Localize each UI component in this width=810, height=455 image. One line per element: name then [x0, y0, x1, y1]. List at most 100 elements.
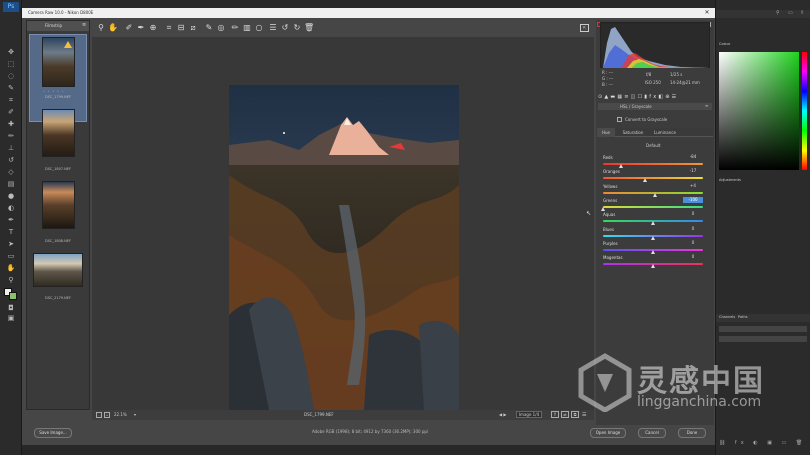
lasso-tool-icon[interactable]: ◌: [5, 72, 17, 80]
pen-tool-icon[interactable]: ✒: [5, 216, 17, 224]
ps-workspace-icon[interactable]: ▭: [788, 10, 793, 16]
ps-adjustments-panel-title[interactable]: Adjustments: [719, 178, 741, 182]
slider-thumb-2[interactable]: [653, 192, 657, 197]
type-tool-icon[interactable]: T: [5, 228, 17, 236]
hand-icon[interactable]: ✋: [108, 23, 118, 33]
hue-slider[interactable]: [802, 52, 807, 170]
before-after-y-icon[interactable]: Y: [551, 411, 559, 418]
zoom-level[interactable]: 22.1%: [114, 410, 127, 420]
zoom-out-icon[interactable]: -: [96, 412, 102, 418]
ps-colour-panel-title[interactable]: Colour: [719, 42, 730, 46]
slider-thumb-6[interactable]: [651, 249, 655, 254]
slider-track-1[interactable]: [603, 177, 703, 180]
grayscale-checkbox[interactable]: [617, 117, 622, 122]
slider-thumb-1[interactable]: [643, 178, 647, 183]
zoom-icon[interactable]: ⚲: [96, 23, 106, 33]
slider-thumb-3[interactable]: [601, 206, 605, 211]
hand-tool-icon[interactable]: ✋: [5, 264, 17, 272]
color-picker-field[interactable]: [719, 52, 799, 170]
grayscale-label: Convert to Grayscale: [625, 117, 668, 122]
blur-tool-icon[interactable]: ●: [5, 192, 17, 200]
shape-tool-icon[interactable]: ▭: [5, 252, 17, 260]
save-image-button[interactable]: Save Image...: [34, 428, 72, 438]
quick-mask-icon[interactable]: ◘: [5, 304, 17, 312]
slider-thumb-5[interactable]: [651, 235, 655, 240]
stamp-tool-icon[interactable]: ⊥: [5, 144, 17, 152]
slider-thumb-7[interactable]: [651, 264, 655, 269]
move-tool-icon[interactable]: ✥: [5, 48, 17, 56]
filmstrip: Filmstrip ≡ • • • • • DSC_1799.NEF DSC_1…: [26, 20, 90, 410]
path-select-icon[interactable]: ➤: [5, 240, 17, 248]
tab-saturation[interactable]: Saturation: [619, 128, 647, 137]
healing-tool-icon[interactable]: ✚: [5, 120, 17, 128]
tab-paths[interactable]: Paths: [738, 315, 748, 319]
tab-channels[interactable]: Channels: [719, 315, 735, 319]
quick-select-tool-icon[interactable]: ✎: [5, 84, 17, 92]
thumb-dsc-1808[interactable]: [42, 181, 75, 229]
white-balance-icon[interactable]: ✐: [124, 23, 134, 33]
close-icon[interactable]: ✕: [700, 8, 714, 18]
trash-icon[interactable]: 🗑: [304, 23, 314, 33]
radial-filter-icon[interactable]: ○: [254, 23, 264, 33]
default-link[interactable]: Default: [646, 143, 661, 148]
zoom-tool-icon[interactable]: ⚲: [5, 276, 17, 284]
panel-menu-icon[interactable]: ≡: [705, 103, 708, 108]
slider-value-4[interactable]: 0: [683, 211, 703, 217]
straighten-icon[interactable]: ⊟: [176, 23, 186, 33]
history-brush-icon[interactable]: ↺: [5, 156, 17, 164]
slider-value-0[interactable]: -84: [683, 154, 703, 160]
marquee-tool-icon[interactable]: ⬚: [5, 60, 17, 68]
thumb-dsc-1807[interactable]: [42, 109, 75, 157]
slider-value-6[interactable]: 0: [683, 240, 703, 246]
slider-label-6: Purples: [603, 240, 618, 246]
rotate-cw-icon[interactable]: ↻: [292, 23, 302, 33]
before-after-toggle-icon[interactable]: ⇄: [561, 411, 569, 418]
crop-tool-icon[interactable]: ⌗: [5, 96, 17, 104]
fullscreen-icon[interactable]: ⇱: [580, 24, 589, 32]
brush-tool-icon[interactable]: ✏: [5, 132, 17, 140]
slider-value-1[interactable]: -17: [683, 168, 703, 174]
slider-value-7[interactable]: 0: [683, 254, 703, 260]
prev-next-image-icon[interactable]: ◀ ▶: [499, 411, 515, 418]
slider-value-2[interactable]: +4: [683, 183, 703, 189]
screen-mode-icon[interactable]: ▣: [5, 314, 17, 322]
dodge-tool-icon[interactable]: ◐: [5, 204, 17, 212]
zoom-in-icon[interactable]: +: [104, 412, 110, 418]
transform-icon[interactable]: ⧄: [188, 23, 198, 33]
gradient-tool-icon[interactable]: ▤: [5, 180, 17, 188]
filmstrip-menu-icon[interactable]: ≡: [82, 22, 86, 28]
ps-share-icon[interactable]: ⇪: [800, 10, 804, 16]
ps-layers-filter-row[interactable]: [719, 326, 807, 332]
slider-value-3[interactable]: -100: [683, 196, 703, 203]
eraser-tool-icon[interactable]: ◇: [5, 168, 17, 176]
slider-track-0[interactable]: [603, 163, 703, 165]
status-bar: - + 22.1% ▾ DSC_1799.NEF ◀ ▶ Image 1/4 Y…: [92, 410, 594, 420]
thumb-rating-stars[interactable]: • • • • •: [43, 89, 65, 93]
rotate-ccw-icon[interactable]: ↺: [280, 23, 290, 33]
ps-search-icon[interactable]: ⚲: [776, 10, 780, 16]
panel-tab-icons[interactable]: ⊙▲▬▦≡◫☐▮fx◧⊕☰: [598, 94, 712, 102]
eyedropper-tool-icon[interactable]: ✐: [5, 108, 17, 116]
crop-icon[interactable]: ⌗: [164, 23, 174, 33]
tab-hue[interactable]: Hue: [597, 128, 615, 137]
ps-layers-mode-row[interactable]: [719, 336, 807, 342]
zoom-dropdown-icon[interactable]: ▾: [134, 410, 136, 420]
workflow-options-link[interactable]: Adobe RGB (1998); 8 bit; 4912 by 7360 (3…: [260, 429, 480, 434]
tab-luminance[interactable]: Luminance: [651, 128, 679, 137]
spot-removal-icon[interactable]: ✎: [204, 23, 214, 33]
targeted-adjust-icon[interactable]: ⊕: [148, 23, 158, 33]
slider-thumb-4[interactable]: [651, 221, 655, 226]
slider-value-5[interactable]: 0: [683, 226, 703, 232]
preview-image[interactable]: [229, 85, 459, 410]
graduated-filter-icon[interactable]: ▥: [242, 23, 252, 33]
preferences-icon[interactable]: ☰: [268, 23, 278, 33]
slider-track-3[interactable]: [603, 205, 703, 208]
thumb-dsc-2179[interactable]: [33, 253, 83, 287]
red-eye-icon[interactable]: ◎: [216, 23, 226, 33]
r-label: R :: [602, 70, 608, 75]
adjustment-brush-icon[interactable]: ✏: [230, 23, 240, 33]
color-sampler-icon[interactable]: ✒: [136, 23, 146, 33]
thumb-dsc-1799[interactable]: [42, 37, 75, 87]
background-color-swatch[interactable]: [9, 292, 17, 300]
slider-thumb-0[interactable]: [619, 164, 623, 168]
